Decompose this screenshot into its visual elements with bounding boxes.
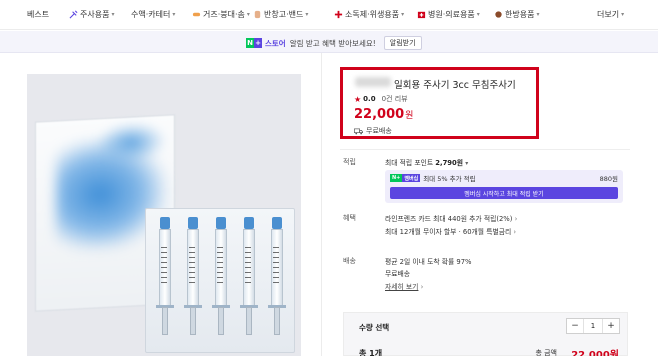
product-summary-highlight: 일회용 주사기 3cc 무침주사기 ★ 0.0 0건 리뷰 22,000 원 무… — [340, 67, 539, 139]
benefit-card-text: 라인프렌즈 카드 최대 440원 추가 적립(2%) — [385, 215, 513, 223]
product-image[interactable] — [27, 74, 301, 356]
chevron-down-icon: ▾ — [621, 11, 625, 18]
quantity-panel: 수량 선택 − 1 + 총 1개 총 금액 22,000원 — [343, 312, 628, 356]
syringe — [268, 217, 286, 339]
price-amount: 22,000 — [354, 107, 405, 122]
chevron-right-icon: › — [514, 215, 518, 223]
chevron-down-icon: ▾ — [111, 11, 115, 18]
promo-content: N + 스토어 알림 받고 혜택 받아보세요! 알림받기 — [246, 36, 422, 50]
divider — [340, 149, 630, 150]
store-label: 스토어 — [265, 38, 286, 48]
delivery-label: 배송 — [343, 257, 356, 265]
nav-item-label: 소독제·위생용품 — [345, 10, 400, 19]
chevron-down-icon: ▾ — [305, 11, 309, 18]
start-membership-button[interactable]: 멤버십 시작하고 최대 적립 받기 — [390, 187, 618, 199]
truck-icon — [354, 128, 363, 134]
membership-points-row: N+ 멤버십 최대 5% 추가 적립 880원 — [390, 173, 618, 183]
chevron-down-icon: ▾ — [465, 160, 469, 167]
benefit-card[interactable]: 라인프렌즈 카드 최대 440원 추가 적립(2%) › — [385, 213, 517, 223]
nav-item-label: 한방용품 — [505, 10, 535, 19]
nav-item-iv[interactable]: 수액·카테터 ▾ — [131, 9, 175, 20]
chevron-down-icon: ▾ — [476, 11, 480, 18]
nav-item-best[interactable]: 베스트 — [27, 9, 49, 20]
total-count: 총 1개 — [359, 349, 383, 356]
plaster-icon — [253, 10, 262, 19]
quantity-plus-button[interactable]: + — [603, 319, 619, 333]
nav-item-herbal[interactable]: 한방용품 ▾ — [494, 9, 539, 20]
product-rating[interactable]: ★ 0.0 0건 리뷰 — [354, 94, 408, 104]
shipping-info: 무료배송 — [354, 126, 392, 136]
delivery-estimate: 평균 2일 이내 도착 확률 97% — [385, 258, 472, 266]
syringe — [184, 217, 202, 339]
nav-item-label: 병원·의료용품 — [428, 10, 475, 19]
delivery-detail-text: 자세히 보기 — [385, 283, 419, 291]
shipping-text: 무료배송 — [366, 127, 392, 135]
promo-text: 알림 받고 혜택 받아보세요! — [289, 38, 376, 48]
nav-item-label: 반창고·밴드 — [264, 10, 304, 19]
rating-score: 0.0 — [363, 95, 376, 103]
category-nav: 베스트 주사용품 ▾ 수액·카테터 ▾ 거즈·붕대·솜 ▾ 반창고·밴드 ▾ 소… — [0, 0, 658, 30]
product-price: 22,000 원 — [354, 107, 413, 122]
membership-text: 최대 5% 추가 적립 — [423, 175, 476, 183]
syringe-icon — [69, 10, 78, 19]
nav-item-label: 거즈·붕대·솜 — [203, 10, 245, 19]
nav-item-sanitizer[interactable]: 소독제·위생용품 ▾ — [334, 9, 404, 20]
nav-item-label: 수액·카테터 — [131, 10, 171, 19]
nav-item-plaster[interactable]: 반창고·밴드 ▾ — [253, 9, 308, 20]
product-title: 일회용 주사기 3cc 무침주사기 — [394, 80, 516, 91]
total-label: 총 금액 — [535, 349, 557, 356]
nav-item-label: 주사용품 — [80, 10, 110, 19]
chevron-right-icon: › — [513, 228, 517, 236]
syringe — [212, 217, 230, 339]
naver-plus-logo-icon: N + — [246, 38, 262, 48]
nav-item-hospital[interactable]: 병원·의료용품 ▾ — [417, 9, 480, 20]
chevron-down-icon: ▾ — [172, 11, 176, 18]
redacted-brand — [355, 77, 391, 87]
notify-button[interactable]: 알림받기 — [383, 36, 422, 50]
membership-value: 880원 — [599, 175, 618, 183]
sanitizer-icon — [334, 10, 343, 19]
quantity-minus-button[interactable]: − — [567, 319, 583, 333]
benefit-installment[interactable]: 최대 12개월 무이자 할부 · 60개월 특별금리 › — [385, 226, 516, 236]
star-icon: ★ — [354, 94, 362, 104]
nav-item-label: 베스트 — [27, 10, 50, 19]
nav-item-injection[interactable]: 주사용품 ▾ — [69, 9, 114, 20]
nav-more-label: 더보기 — [597, 10, 620, 19]
max-points-value: 2,790원 — [435, 159, 464, 167]
column-divider — [321, 53, 322, 356]
promo-banner: N + 스토어 알림 받고 혜택 받아보세요! 알림받기 — [0, 31, 658, 53]
total-price: 22,000원 — [571, 350, 619, 356]
max-points[interactable]: 최대 적립 포인트 2,790원 ▾ — [385, 157, 468, 167]
nav-more-button[interactable]: 더보기 ▾ — [597, 9, 624, 20]
points-label: 적립 — [343, 158, 356, 166]
review-count: 0건 리뷰 — [381, 95, 408, 103]
chevron-down-icon: ▾ — [246, 11, 250, 18]
syringe — [156, 217, 174, 339]
chevron-down-icon: ▾ — [401, 11, 405, 18]
quantity-stepper: − 1 + — [566, 318, 620, 334]
nav-item-gauze[interactable]: 거즈·붕대·솜 ▾ — [192, 9, 250, 20]
chevron-right-icon: › — [420, 283, 424, 291]
quantity-label: 수량 선택 — [359, 323, 390, 332]
membership-points-box: N+ 멤버십 최대 5% 추가 적립 880원 멤버십 시작하고 최대 적립 받기 — [385, 170, 623, 203]
hospital-icon — [417, 10, 426, 19]
quantity-input[interactable]: 1 — [583, 319, 603, 333]
total-row: 총 1개 총 금액 22,000원 — [359, 348, 619, 356]
max-points-text: 최대 적립 포인트 — [385, 159, 434, 167]
chevron-down-icon: ▾ — [536, 11, 540, 18]
delivery-fee: 무료배송 — [385, 270, 411, 278]
box-logo-blur-top — [96, 120, 166, 165]
syringe — [240, 217, 258, 339]
benefits-label: 혜택 — [343, 214, 356, 222]
benefit-installment-text: 최대 12개월 무이자 할부 · 60개월 특별금리 — [385, 228, 512, 236]
price-currency: 원 — [405, 111, 414, 121]
membership-badge-icon: N+ 멤버십 — [390, 174, 421, 182]
syringe-blister-pack — [145, 208, 295, 353]
delivery-detail-link[interactable]: 자세히 보기 › — [385, 281, 423, 291]
herbal-icon — [494, 10, 503, 19]
bandage-icon — [192, 10, 201, 19]
